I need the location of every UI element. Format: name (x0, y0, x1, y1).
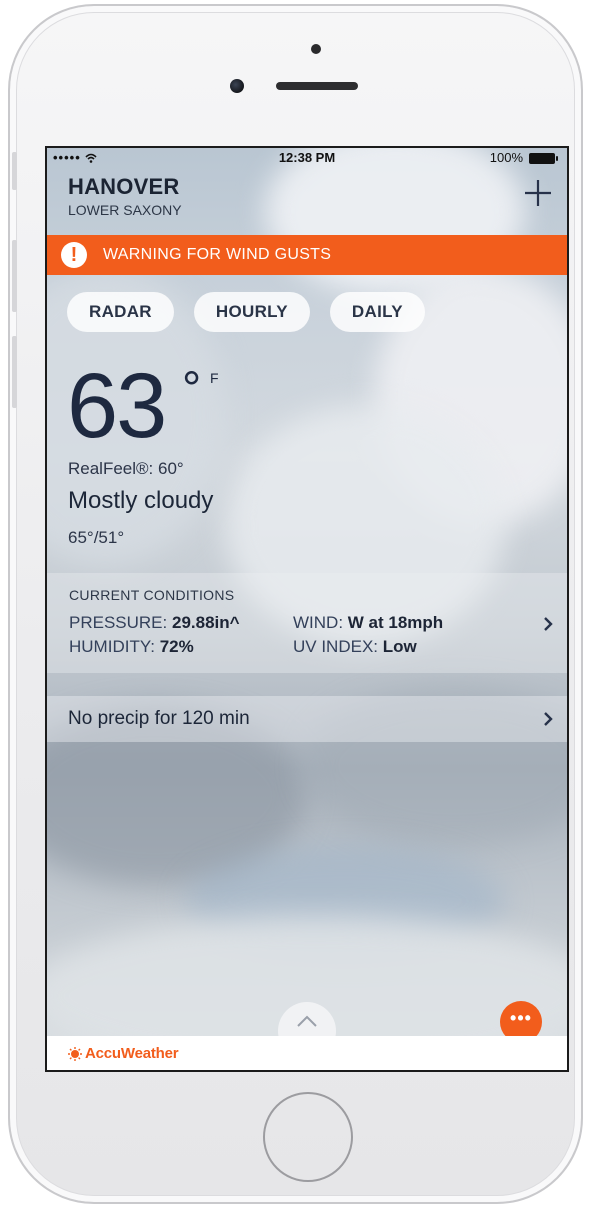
app-screen: ••••• 12:38 PM 100% HANOVER LOWER SAXONY… (45, 146, 569, 1072)
region-name: LOWER SAXONY (68, 202, 182, 218)
plus-icon (525, 180, 551, 206)
front-camera (230, 79, 244, 93)
branding-footer: AccuWeather (45, 1036, 569, 1072)
tab-hourly[interactable]: HOURLY (193, 292, 310, 332)
city-name[interactable]: HANOVER (68, 174, 179, 200)
minutecast-row[interactable]: No precip for 120 min (45, 696, 569, 742)
proximity-sensor (311, 44, 321, 54)
status-bar: ••••• 12:38 PM 100% (45, 146, 569, 168)
chevron-right-icon (544, 712, 553, 726)
forecast-tabs: RADAR HOURLY DAILY (67, 292, 425, 332)
battery-icon (529, 153, 558, 164)
precip-forecast-text: No precip for 120 min (68, 708, 250, 729)
weather-alert-banner[interactable]: ! WARNING FOR WIND GUSTS (45, 235, 569, 275)
temperature-unit: ° F (182, 362, 219, 417)
current-conditions-title: CURRENT CONDITIONS (69, 587, 235, 603)
earpiece-speaker (276, 82, 358, 90)
pressure-reading: PRESSURE: 29.88in^ (69, 613, 240, 632)
accuweather-logo-text: AccuWeather (85, 1045, 179, 1062)
realfeel-temperature: RealFeel®: 60° (68, 459, 184, 478)
humidity-reading: HUMIDITY: 72% (69, 637, 194, 656)
alert-text: WARNING FOR WIND GUSTS (103, 246, 332, 263)
volume-up-button (12, 240, 17, 312)
battery-percent: 100% (489, 150, 523, 165)
add-location-button[interactable] (521, 176, 555, 210)
unit-letter: F (210, 370, 219, 386)
chevron-right-icon (544, 617, 553, 631)
uv-index-reading: UV INDEX: Low (293, 637, 417, 656)
mute-switch (12, 152, 17, 190)
chevron-up-icon (297, 1015, 317, 1027)
volume-down-button (12, 336, 17, 408)
high-low-temperature: 65°/51° (68, 528, 125, 547)
current-temperature: 63 (67, 355, 167, 457)
wind-reading: WIND: W at 18mph (293, 613, 444, 632)
degree-symbol: ° (182, 363, 202, 416)
tab-radar[interactable]: RADAR (67, 292, 174, 332)
current-conditions-panel[interactable]: CURRENT CONDITIONS PRESSURE: 29.88in^ WI… (45, 573, 569, 673)
tab-daily[interactable]: DAILY (329, 292, 425, 332)
home-button[interactable] (263, 1092, 353, 1182)
alert-icon: ! (61, 242, 87, 268)
accuweather-sun-icon (68, 1047, 82, 1061)
condition-text: Mostly cloudy (68, 487, 214, 514)
